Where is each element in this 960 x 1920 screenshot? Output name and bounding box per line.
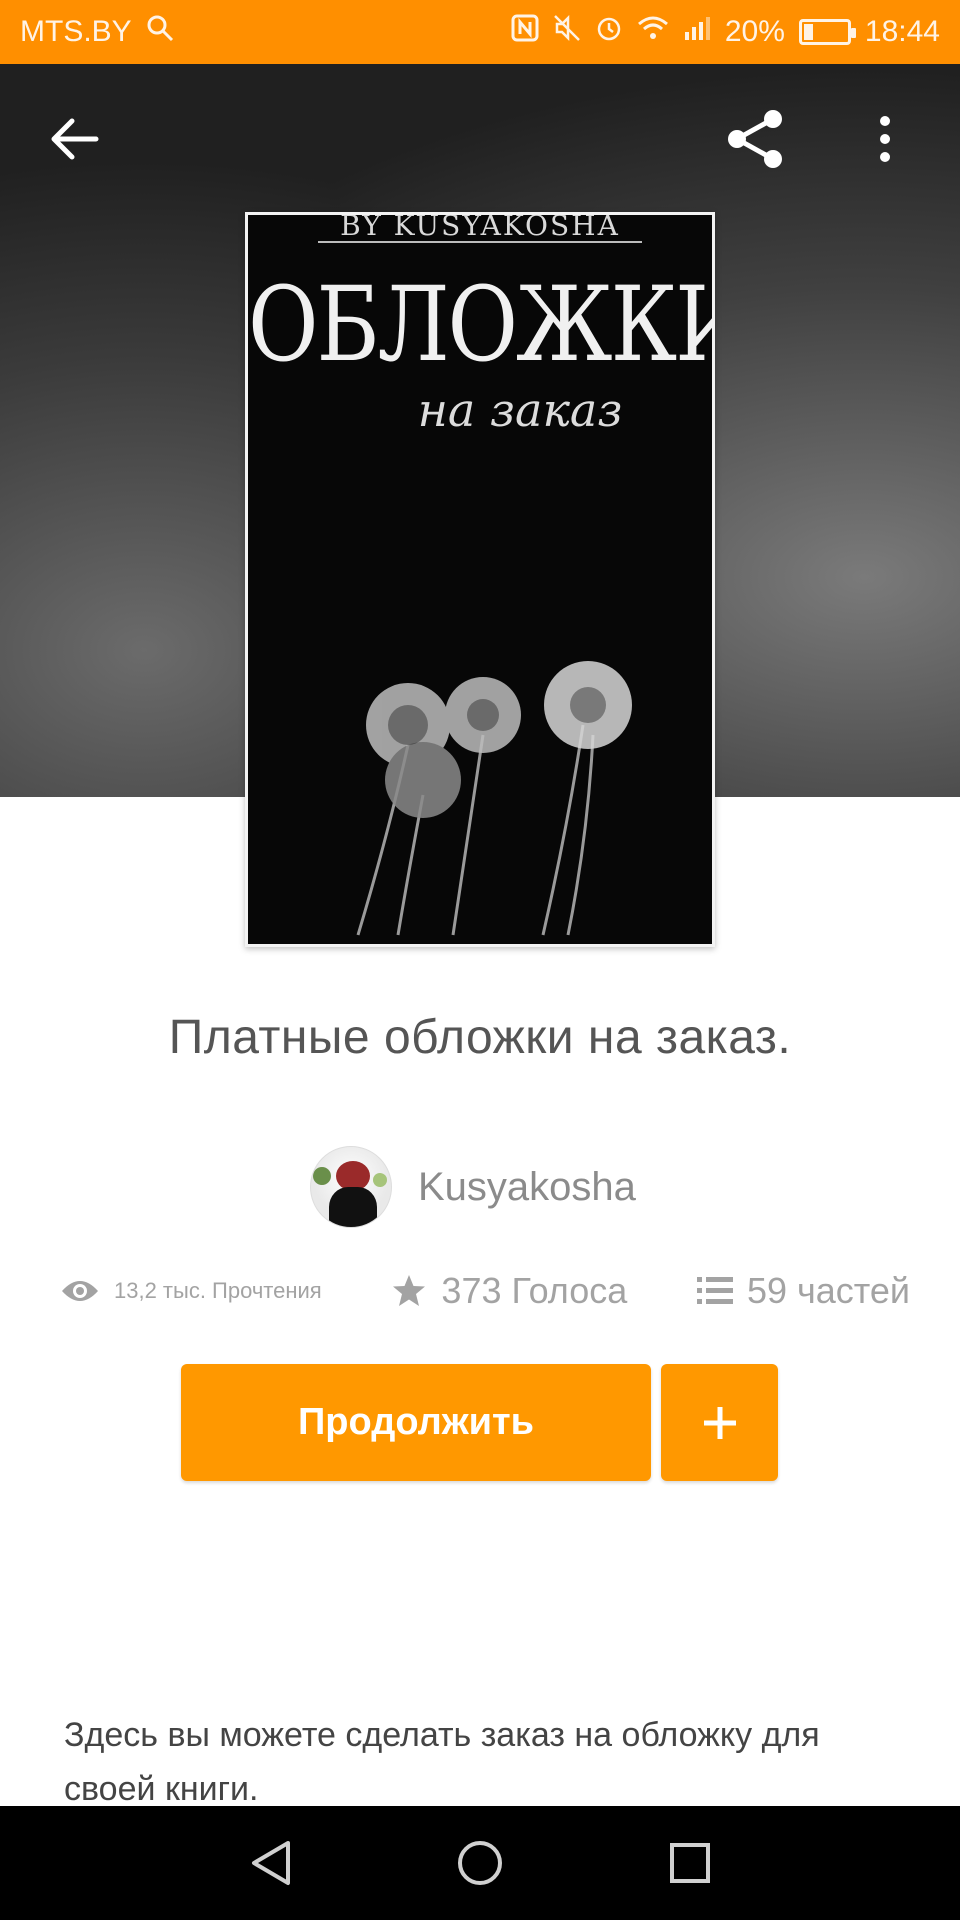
reads-count: 13,2 тыс. Прочтения — [114, 1278, 322, 1303]
status-left: MTS.BY — [20, 14, 174, 50]
carrier-label: MTS.BY — [20, 15, 132, 48]
author-name[interactable]: Kusyakosha — [418, 1165, 636, 1210]
book-cover[interactable]: BY KUSYAKOSHA ОБЛОЖКИ на заказ — [245, 212, 715, 947]
more-options-button[interactable] — [850, 104, 920, 174]
eye-icon — [60, 1277, 100, 1305]
system-nav-bar — [0, 1806, 960, 1920]
recents-square-icon — [670, 1843, 710, 1883]
parts-count: 59 частей — [746, 1270, 910, 1311]
cover-byline: BY KUSYAKOSHA — [340, 212, 620, 242]
list-icon — [696, 1275, 733, 1307]
votes-count: 373 Голоса — [441, 1270, 628, 1311]
add-to-library-button[interactable] — [661, 1364, 778, 1481]
wifi-icon — [637, 14, 669, 50]
battery-level — [803, 24, 813, 40]
avatar-figure — [329, 1187, 377, 1227]
battery-icon — [798, 19, 856, 45]
continue-reading-button[interactable]: Продолжить — [181, 1364, 651, 1481]
nav-home-button[interactable] — [450, 1833, 510, 1893]
cover-subtitle: на заказ — [417, 383, 623, 437]
nav-recents-button[interactable] — [660, 1833, 720, 1893]
search-icon — [146, 14, 174, 50]
avatar[interactable] — [310, 1146, 392, 1228]
battery-percent: 20% — [724, 15, 785, 48]
signal-icon — [683, 14, 711, 50]
mute-icon — [553, 14, 581, 50]
votes-stat: 373 Голоса — [391, 1270, 627, 1312]
alarm-icon — [595, 14, 623, 50]
cover-divider — [318, 241, 642, 243]
status-right: 20% 18:44 — [511, 14, 940, 50]
toolbar — [0, 64, 960, 214]
status-bar: MTS.BY 20% 18:44 — [0, 0, 960, 64]
back-triangle-icon — [252, 1841, 290, 1885]
avatar-flower-left — [313, 1167, 331, 1185]
cover-title: ОБЛОЖКИ — [248, 265, 715, 385]
back-button[interactable] — [40, 104, 110, 174]
stats-row: 13,2 тыс. Прочтения 373 Голоса 59 частей — [60, 1270, 910, 1312]
dandelion-illustration — [356, 661, 632, 936]
star-icon — [391, 1273, 427, 1309]
toolbar-actions — [720, 104, 920, 174]
home-circle-icon — [458, 1841, 502, 1885]
plus-icon — [703, 1406, 736, 1439]
share-button[interactable] — [720, 104, 790, 174]
author-row[interactable]: Kusyakosha — [310, 1146, 636, 1228]
nav-back-button[interactable] — [240, 1833, 300, 1893]
parts-stat: 59 частей — [696, 1270, 910, 1312]
reads-stat: 13,2 тыс. Прочтения — [60, 1277, 322, 1305]
book-title: Платные обложки на заказ. — [168, 1011, 792, 1064]
back-arrow-icon — [51, 118, 99, 160]
more-vert-icon — [880, 116, 890, 162]
avatar-flower-right — [373, 1173, 387, 1187]
nfc-icon — [511, 14, 539, 50]
clock: 18:44 — [864, 15, 940, 48]
book-description: Здесь вы можете сделать заказ на обложку… — [64, 1716, 820, 1808]
share-icon — [728, 110, 782, 168]
